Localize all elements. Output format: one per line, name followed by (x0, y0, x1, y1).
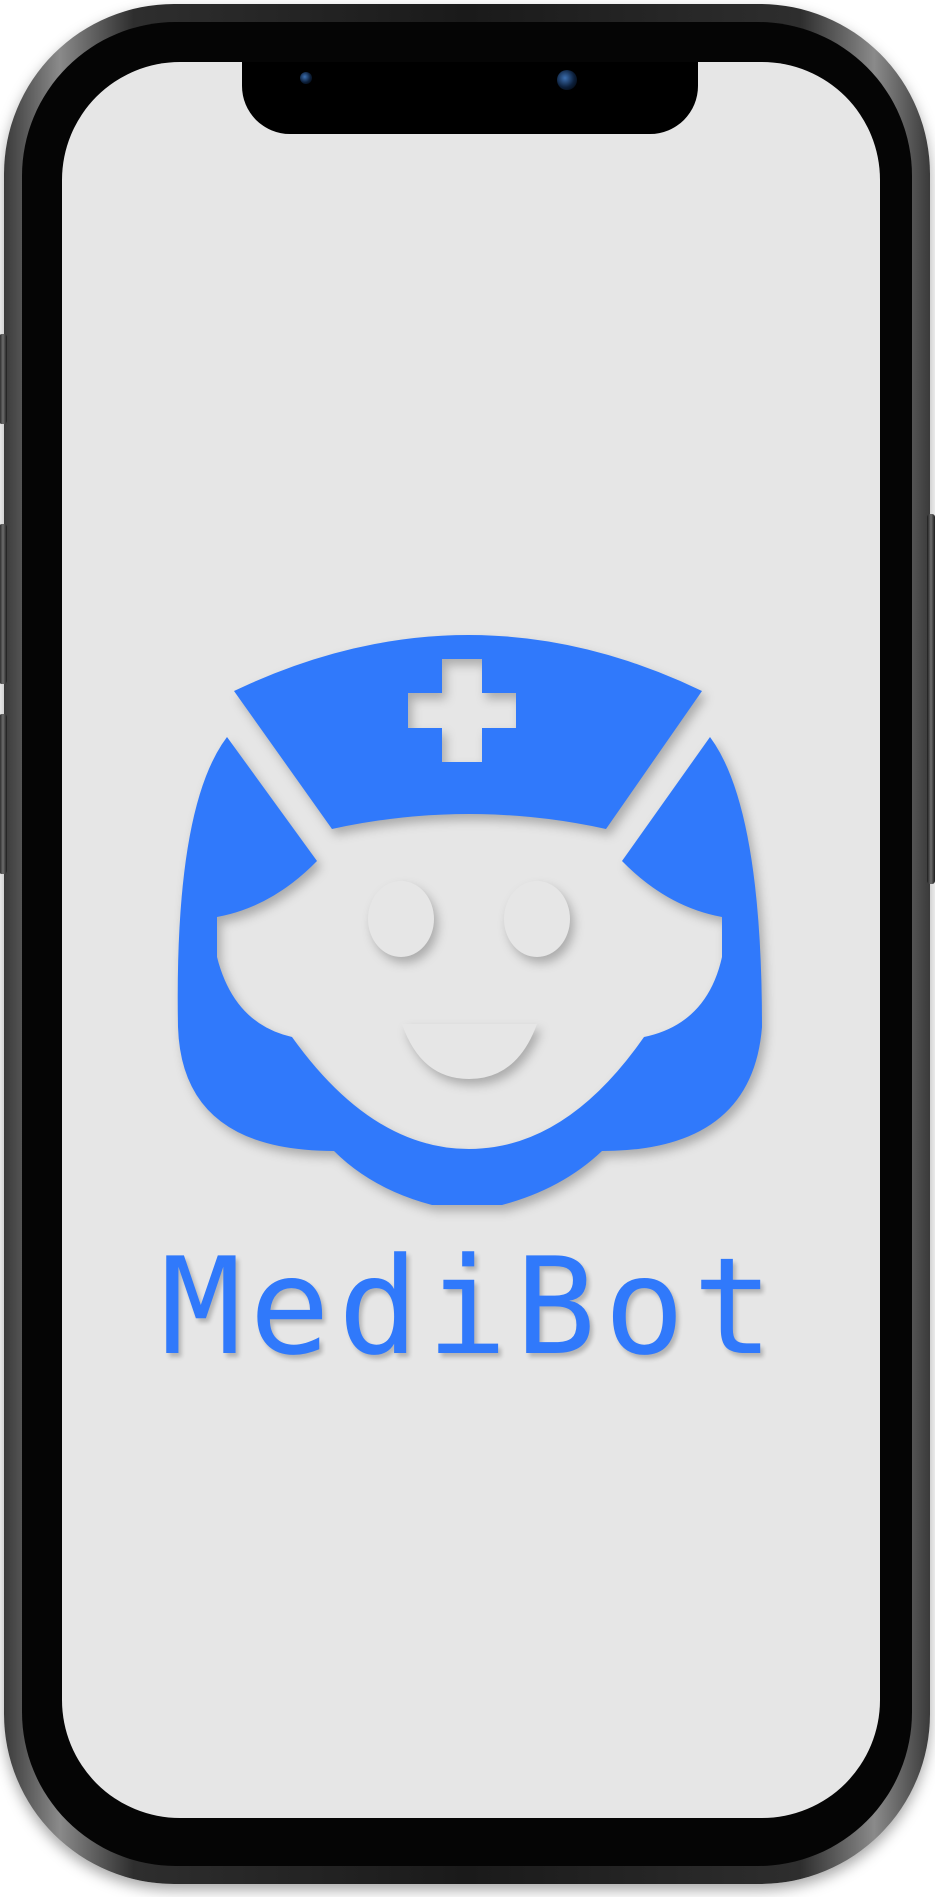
volume-down-button (0, 714, 7, 874)
splash-screen: MediBot (62, 62, 880, 1818)
power-button (927, 514, 935, 884)
nurse-robot-icon (177, 635, 762, 1205)
mute-switch (0, 334, 7, 424)
app-name: MediBot (160, 1229, 782, 1385)
phone-frame: MediBot (0, 4, 935, 1884)
front-camera-icon (557, 70, 577, 90)
volume-up-button (0, 524, 7, 684)
notch (242, 62, 698, 134)
front-sensor-icon (300, 72, 312, 84)
